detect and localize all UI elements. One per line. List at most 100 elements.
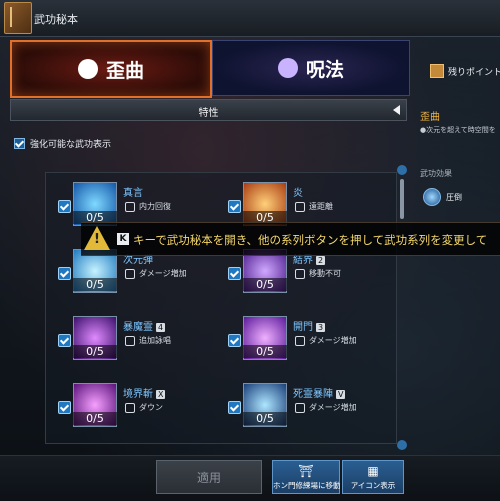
skill-effect-text: 追加詠唱 xyxy=(139,336,171,345)
icon-view-button[interactable]: ▦ アイコン表示 xyxy=(342,460,404,494)
heart-icon xyxy=(125,201,135,212)
category-tabs: 歪曲 呪法 xyxy=(6,40,410,98)
skill-checkbox[interactable] xyxy=(228,401,241,414)
detail-panel: 歪曲 ●次元を超えて時空間を 武功効果 圧倒 xyxy=(420,108,500,206)
title-bar: 武功秘本 xyxy=(0,0,500,37)
skill-name: 炎 xyxy=(293,184,303,199)
skill-checkbox[interactable] xyxy=(58,401,71,414)
curse-icon xyxy=(277,58,298,78)
sword-icon xyxy=(125,268,135,279)
skill-count: 0/5 xyxy=(73,412,117,425)
skill-effect-text: 移動不可 xyxy=(309,269,341,278)
window-title: 武功秘本 xyxy=(34,13,78,26)
tooltip-text: キーで武功秘本を開き、他の系列ボタンを押して武功系列を変更して xyxy=(133,233,488,247)
skill-effect-text: 遠距離 xyxy=(309,202,333,211)
skill-item[interactable]: 0/5 境界斬 X ダウン xyxy=(51,379,221,435)
skill-badge: 4 xyxy=(156,323,166,332)
skill-name-text: 結界 xyxy=(293,255,313,266)
scroll-up-icon[interactable] xyxy=(397,165,407,175)
skill-effect-text: ダメージ増加 xyxy=(309,403,357,412)
key-badge: K xyxy=(117,233,129,245)
skill-checkbox[interactable] xyxy=(228,334,241,347)
skill-name-text: 死霊暴陣 xyxy=(293,389,333,400)
filter-dropdown[interactable]: 特性 xyxy=(10,99,407,121)
skill-name: 暴魔霊 4 xyxy=(123,318,166,333)
skill-item[interactable]: 0/5 死霊暴陣 V ダメージ増加 xyxy=(221,379,391,435)
root-icon xyxy=(295,268,305,279)
skill-count: 0/5 xyxy=(243,278,287,291)
swirl-icon xyxy=(77,59,98,79)
move-label: ホン門修練場に移動 xyxy=(273,481,341,490)
skill-checkbox[interactable] xyxy=(228,267,241,280)
skill-badge: 3 xyxy=(316,323,326,332)
skill-item[interactable]: 0/5 暴魔霊 4 追加詠唱 xyxy=(51,312,221,368)
grid-icon: ▦ xyxy=(367,464,379,478)
filter-label: 特性 xyxy=(198,108,219,119)
skill-effect: ダメージ増加 xyxy=(125,268,187,279)
skill-effect-text: ダウン xyxy=(139,403,163,412)
skill-name-text: 炎 xyxy=(293,188,303,199)
overwhelm-icon xyxy=(423,188,441,206)
skill-name-text: 境界斬 xyxy=(123,389,153,400)
enhanceable-label: 強化可能な武功表示 xyxy=(30,140,112,150)
skill-list: 0/5 真言 内力回復 0/5 炎 遠距離 0/5 次元弾 ダメージ増加 0/5… xyxy=(45,172,397,444)
book-icon xyxy=(4,2,32,34)
skill-item[interactable]: 0/5 開門 3 ダメージ増加 xyxy=(221,312,391,368)
burst-icon xyxy=(295,201,305,212)
skill-effect-text: ダメージ増加 xyxy=(309,336,357,345)
down-icon xyxy=(125,402,135,413)
scrollbar[interactable] xyxy=(397,165,407,450)
points-book-icon xyxy=(430,64,444,78)
tab-juho[interactable]: 呪法 xyxy=(212,40,410,96)
skill-effect: 遠距離 xyxy=(295,201,333,212)
tab-label: 歪曲 xyxy=(105,59,144,82)
skill-effect-text: 内力回復 xyxy=(139,202,171,211)
skill-checkbox[interactable] xyxy=(58,334,71,347)
checkbox-icon xyxy=(14,138,25,149)
skill-effect: 内力回復 xyxy=(125,201,171,212)
sword-icon xyxy=(295,335,305,346)
skill-name: 境界斬 X xyxy=(123,385,166,400)
skill-badge: 2 xyxy=(316,256,326,265)
tab-waikyoku[interactable]: 歪曲 xyxy=(10,40,212,98)
skill-effect-text: ダメージ増加 xyxy=(139,269,187,278)
sword-icon xyxy=(295,402,305,413)
skill-name: 真言 xyxy=(123,184,143,199)
skill-count: 0/5 xyxy=(243,345,287,358)
skill-count: 0/5 xyxy=(73,278,117,291)
points-label: 残りポイント xyxy=(448,68,500,78)
skill-effect: ダメージ増加 xyxy=(295,335,357,346)
effect-label: 武功効果 xyxy=(420,169,452,178)
cycle-icon xyxy=(125,335,135,346)
enhanceable-checkbox[interactable]: 強化可能な武功表示 xyxy=(14,137,111,150)
skill-effect: 移動不可 xyxy=(295,268,341,279)
skill-name: 死霊暴陣 V xyxy=(293,385,346,400)
skill-count: 0/5 xyxy=(243,412,287,425)
scroll-down-icon[interactable] xyxy=(397,440,407,450)
skill-name-text: 暴魔霊 xyxy=(123,322,153,333)
tab-label: 呪法 xyxy=(305,58,344,81)
skill-badge: X xyxy=(156,390,166,399)
skill-badge: V xyxy=(336,390,346,399)
apply-button[interactable]: 適用 xyxy=(156,460,262,494)
effect-name: 圧倒 xyxy=(446,193,462,202)
chevron-left-icon xyxy=(393,105,400,115)
scroll-thumb[interactable] xyxy=(400,179,404,219)
detail-title: 歪曲 xyxy=(420,112,440,123)
skill-checkbox[interactable] xyxy=(58,267,71,280)
move-training-button[interactable]: ⛩ ホン門修練場に移動 xyxy=(272,460,341,494)
skill-checkbox[interactable] xyxy=(58,200,71,213)
skill-name: 開門 3 xyxy=(293,318,326,333)
skill-count: 0/5 xyxy=(73,345,117,358)
skill-effect: ダメージ増加 xyxy=(295,402,357,413)
skill-name-text: 真言 xyxy=(123,188,143,199)
icon-view-label: アイコン表示 xyxy=(350,481,396,490)
skill-name-text: 開門 xyxy=(293,322,313,333)
skill-checkbox[interactable] xyxy=(228,200,241,213)
hint-tooltip: K キーで武功秘本を開き、他の系列ボタンを押して武功系列を変更して xyxy=(81,222,500,256)
detail-desc: ●次元を超えて時空間を xyxy=(420,126,496,134)
apply-label: 適用 xyxy=(196,470,221,485)
gate-icon: ⛩ xyxy=(298,464,314,478)
warning-icon xyxy=(84,226,110,250)
skill-effect: 追加詠唱 xyxy=(125,335,171,346)
